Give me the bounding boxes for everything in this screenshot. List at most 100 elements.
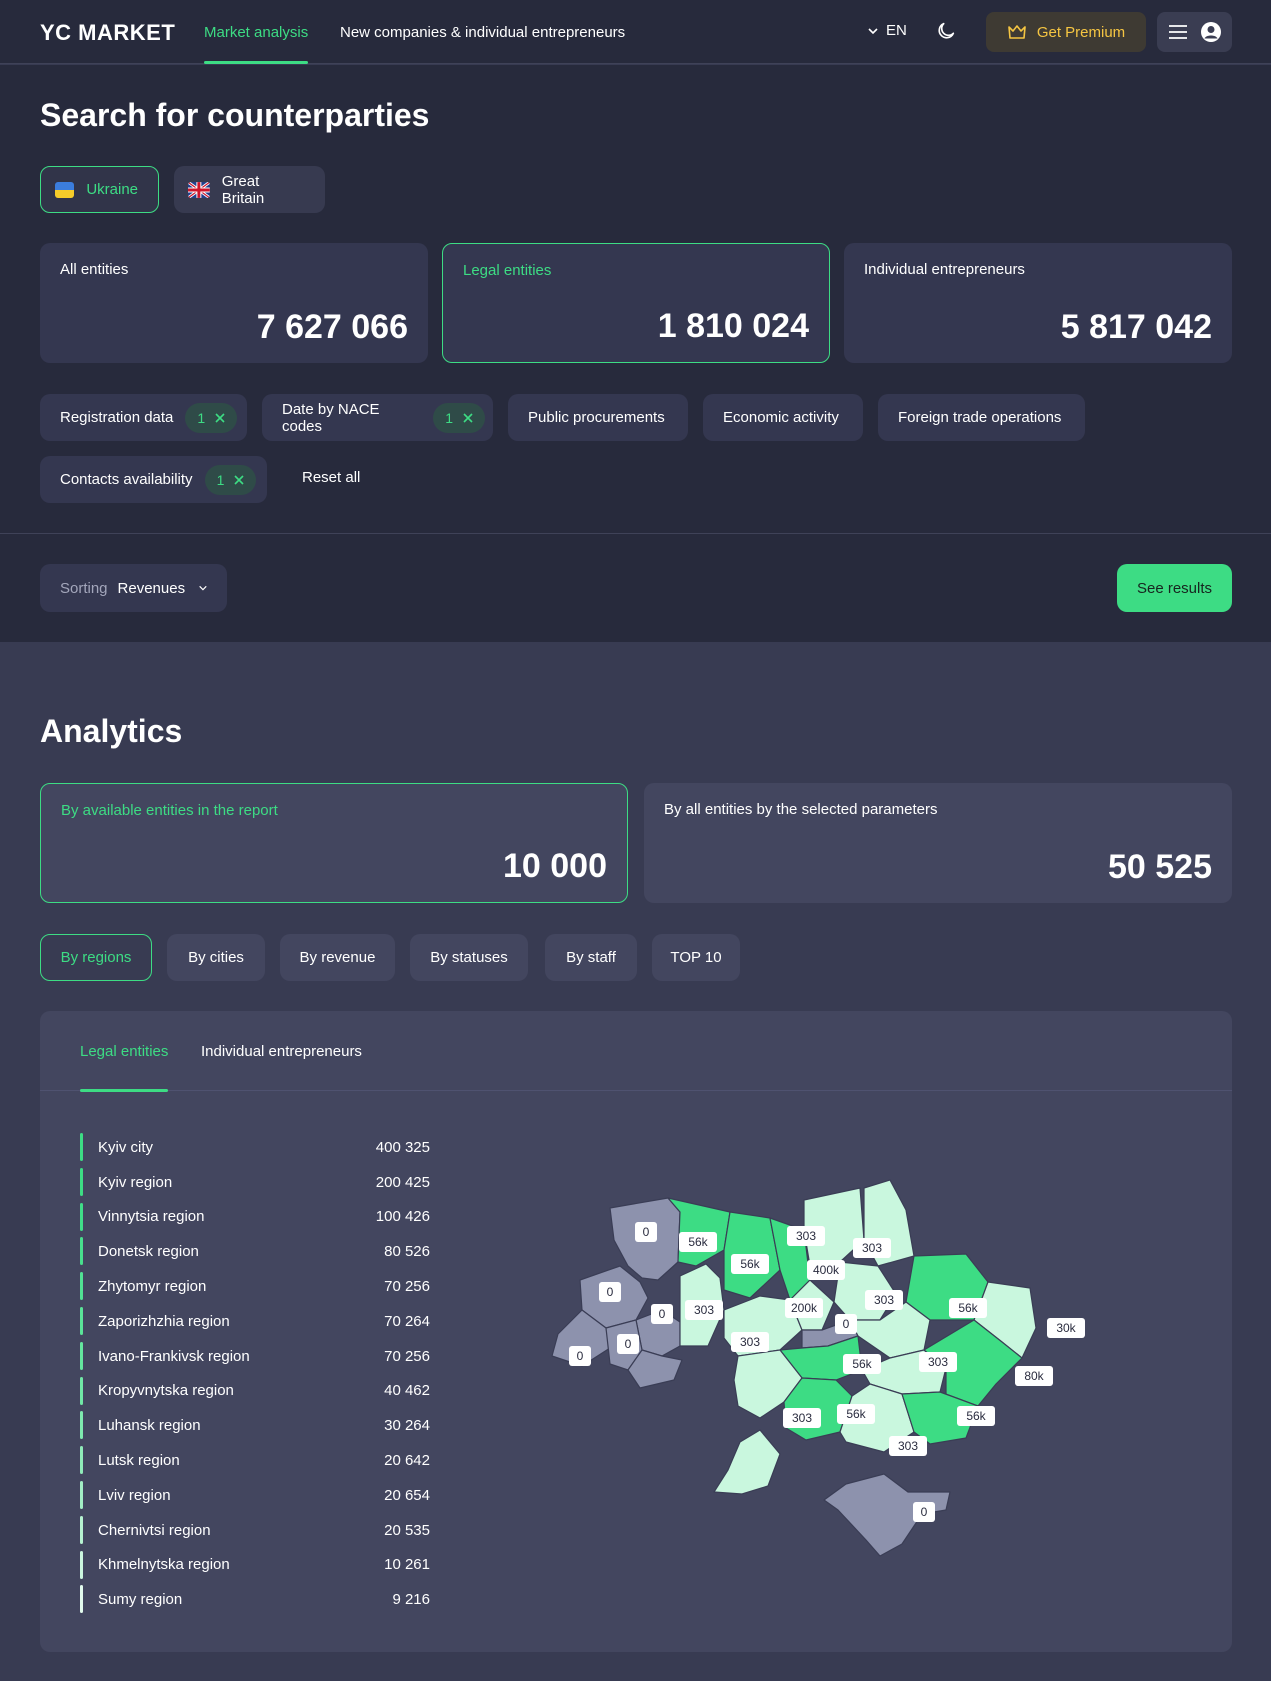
map-label-text: 303 [792,1411,812,1425]
region-color-bar [80,1411,83,1440]
region-color-bar [80,1550,83,1579]
region-color-bar [80,1341,83,1370]
stat-label: By all entities by the selected paramete… [664,801,938,818]
stat-value: 7 627 066 [256,308,408,346]
map-label-text: 56k [966,1409,986,1423]
map-value-label: 56k [949,1298,987,1318]
filter-label: Date by NACE codes [282,400,380,435]
sorting-value: Revenues [117,579,186,597]
region-color-bar [80,1585,83,1614]
map-value-label: 56k [731,1254,769,1274]
region-color-bar [80,1272,83,1301]
nav-new-companies[interactable]: New companies & individual entrepreneurs [340,0,625,64]
tab-by-revenue[interactable]: By revenue [280,934,395,981]
region-value: 20 642 [384,1452,430,1470]
nav-market-analysis[interactable]: Market analysis [204,0,309,64]
see-results-button[interactable]: See results [1117,564,1232,612]
map-value-label: 303 [853,1238,891,1258]
filter-contacts-availability[interactable]: Contacts availability 1 [40,456,267,503]
filter-badge[interactable]: 1 [204,464,257,495]
map-label-text: 0 [921,1505,928,1519]
region-value: 200 425 [375,1173,430,1191]
region-name: Sumy region [98,1591,183,1609]
region-row: Sumy region 9 216 [80,1582,430,1617]
filter-badge[interactable]: 1 [185,402,238,433]
filter-count: 1 [216,471,225,488]
language-label: EN [886,22,907,39]
map-label-text: 56k [740,1257,760,1271]
region-value: 20 654 [384,1486,430,1504]
region-value: 70 264 [384,1312,430,1330]
ukraine-map: 0 56k 56k 303 303 400k 0 0 303 200k 0 303 56k 30k 0 303… [551,1179,1085,1557]
region-color-bar [80,1202,83,1231]
region-value: 100 426 [375,1208,430,1226]
region-name: Lviv region [98,1486,171,1504]
close-icon[interactable] [463,412,473,423]
tab-by-statuses[interactable]: By statuses [410,934,528,981]
stat-all-selected-entities[interactable]: By all entities by the selected paramete… [644,783,1232,903]
region-row: Kyiv city 400 325 [80,1130,430,1165]
tab-by-regions[interactable]: By regions [40,934,152,981]
get-premium-button[interactable]: Get Premium [986,12,1146,52]
filter-public-procurements[interactable]: Public procurements [508,394,688,441]
map-label-text: 56k [688,1235,708,1249]
map-label-text: 56k [958,1301,978,1315]
stat-all-entities[interactable]: All entities 7 627 066 [40,243,428,363]
region-row: Vinnytsia region 100 426 [80,1200,430,1235]
close-icon[interactable] [234,474,244,485]
tab-by-staff[interactable]: By staff [545,934,637,981]
logo[interactable]: YC MARKET [40,20,175,46]
region-row: Chernivtsi region 20 535 [80,1513,430,1548]
country-great-britain[interactable]: Great Britain [174,166,325,213]
map-value-label: 0 [617,1334,639,1354]
region-row: Kyiv region 200 425 [80,1165,430,1200]
user-avatar-icon [1200,22,1221,42]
map-value-label: 30k [1047,1318,1085,1338]
filter-badge[interactable]: 1 [433,402,485,433]
sorting-select[interactable]: Sorting Revenues [40,564,227,612]
map-label-text: 0 [577,1349,584,1363]
filter-registration-data[interactable]: Registration data 1 [40,394,247,441]
region-color-bar [80,1515,83,1544]
panel-tabs: Legal entities Individual entrepreneurs [40,1011,1232,1092]
map-value-label: 303 [865,1290,903,1310]
close-icon[interactable] [215,412,225,423]
country-ukraine[interactable]: Ukraine [40,166,159,213]
filter-nace-codes[interactable]: Date by NACE codes 1 [262,394,493,441]
region-color-bar [80,1237,83,1266]
region-list: Kyiv city 400 325 Kyiv region 200 425 Vinnyt… [80,1130,430,1617]
user-menu-button[interactable] [1157,12,1232,52]
region-value: 9 216 [392,1591,430,1609]
region-name: Chernivtsi region [98,1521,211,1539]
stat-individual-entrepreneurs[interactable]: Individual entrepreneurs 5 817 042 [844,243,1232,363]
map-value-label: 200k [785,1298,823,1318]
region-color-bar [80,1376,83,1405]
map-label-text: 30k [1056,1321,1076,1335]
region-row: Khmelnytska region 10 261 [80,1548,430,1583]
filter-label: Contacts availability [60,471,193,488]
region-name: Donetsk region [98,1243,199,1261]
filter-economic-activity[interactable]: Economic activity [703,394,863,441]
stat-legal-entities[interactable]: Legal entities 1 810 024 [442,243,830,363]
tab-individual-entrepreneurs[interactable]: Individual entrepreneurs [201,1011,362,1091]
tab-legal-entities[interactable]: Legal entities [80,1011,169,1092]
reset-all-button[interactable]: Reset all [302,469,360,486]
divider [0,533,1271,534]
tab-top-10[interactable]: TOP 10 [652,934,740,981]
stat-value: 50 525 [1108,848,1212,886]
tab-by-cities[interactable]: By cities [167,934,265,981]
region-row: Lutsk region 20 642 [80,1443,430,1478]
map-value-label: 303 [685,1300,723,1320]
moon-icon[interactable] [935,20,957,42]
map-value-label: 0 [835,1314,857,1334]
filter-label: Registration data [60,409,174,426]
map-value-label: 303 [731,1332,769,1352]
map-label-text: 0 [843,1317,850,1331]
region-value: 30 264 [384,1417,430,1435]
region-value: 10 261 [384,1556,430,1574]
map-value-label: 0 [635,1222,657,1242]
map-label-text: 400k [813,1263,840,1277]
filter-foreign-trade[interactable]: Foreign trade operations [878,394,1085,441]
language-switcher[interactable]: EN [868,22,907,39]
stat-available-entities[interactable]: By available entities in the report 10 0… [40,783,628,903]
